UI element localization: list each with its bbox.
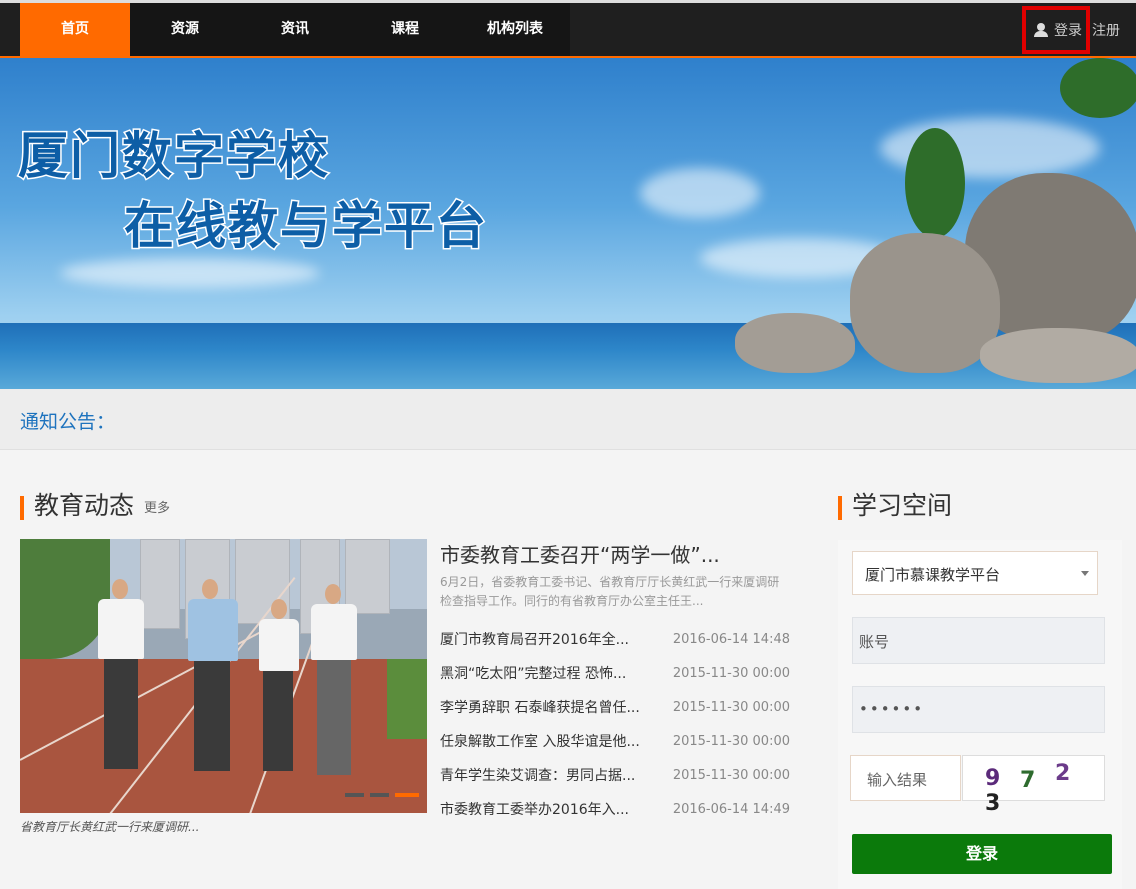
news-item[interactable]: 黑洞“吃太阳”完整过程 恐怖... 2015-11-30 00:00 [440, 656, 790, 690]
section-accent-bar [20, 496, 24, 520]
news-item[interactable]: 任泉解散工作室 入股华谊是他... 2015-11-30 00:00 [440, 724, 790, 758]
top-navbar: 首页 资源 资讯 课程 机构列表 登录 注册 [0, 0, 1136, 58]
news-item-title[interactable]: 市委教育工委举办2016年入... [440, 799, 660, 819]
login-button[interactable]: 登录 [852, 834, 1112, 874]
section-accent-bar [838, 496, 842, 520]
news-item[interactable]: 市委教育工委举办2016年入... 2016-06-14 14:49 [440, 792, 790, 826]
carousel-dot[interactable] [370, 793, 389, 797]
captcha-char: 7 [1019, 768, 1042, 793]
news-item[interactable]: 青年学生染艾调查：男同占据... 2015-11-30 00:00 [440, 758, 790, 792]
account-placeholder: 账号 [859, 633, 890, 651]
news-item-date: 2015-11-30 00:00 [672, 699, 790, 715]
news-item-title[interactable]: 黑洞“吃太阳”完整过程 恐怖... [440, 663, 660, 683]
captcha-input[interactable]: 输入结果 [850, 755, 961, 801]
nav-item-courses[interactable]: 课程 [350, 3, 460, 56]
hero-banner: 厦门数字学校 在线教与学平台 [0, 58, 1136, 389]
register-link[interactable]: 注册 [1092, 20, 1120, 40]
nav-item-institutions[interactable]: 机构列表 [460, 3, 570, 56]
nav-item-resources[interactable]: 资源 [130, 3, 240, 56]
news-item-date: 2015-11-30 00:00 [672, 767, 790, 783]
study-section-title: 学习空间 [852, 491, 953, 520]
login-link-label: 登录 [1054, 22, 1082, 39]
news-item[interactable]: 厦门市教育局召开2016年全... 2016-06-14 14:48 [440, 622, 790, 656]
news-item-title[interactable]: 李学勇辞职 石泰峰获提名曾任... [440, 697, 660, 717]
login-link[interactable]: 登录 [1022, 5, 1090, 54]
news-item[interactable]: 李学勇辞职 石泰峰获提名曾任... 2015-11-30 00:00 [440, 690, 790, 724]
news-section-title: 教育动态 [34, 491, 135, 520]
news-more-link[interactable]: 更多 [144, 497, 170, 516]
chevron-down-icon [1081, 571, 1089, 576]
user-area: 登录 注册 [1022, 3, 1120, 56]
news-item-date: 2015-11-30 00:00 [672, 665, 790, 681]
captcha-char: 9 [985, 766, 1007, 791]
news-carousel-photo[interactable] [20, 539, 427, 813]
notice-bar: 通知公告： [0, 389, 1136, 450]
carousel-indicators [345, 793, 419, 797]
news-list: 厦门市教育局召开2016年全... 2016-06-14 14:48 黑洞“吃太… [440, 622, 790, 826]
carousel-dot[interactable] [345, 793, 364, 797]
account-field[interactable]: 账号 [852, 617, 1105, 664]
banner-title-line1: 厦门数字学校 [17, 126, 330, 187]
main-nav: 首页 资源 资讯 课程 机构列表 [20, 3, 570, 56]
nav-item-news[interactable]: 资讯 [240, 3, 350, 56]
password-field[interactable]: •••••• [852, 686, 1105, 733]
study-section-header: 学习空间 [838, 492, 952, 520]
platform-select-value: 厦门市慕课教学平台 [865, 566, 1001, 584]
platform-select[interactable]: 厦门市慕课教学平台 [852, 551, 1098, 595]
user-icon [1034, 22, 1048, 37]
news-item-title[interactable]: 厦门市教育局召开2016年全... [440, 629, 660, 649]
captcha-char: 2 [1054, 761, 1077, 786]
notice-label: 通知公告： [20, 411, 116, 433]
news-summary: 6月2日，省委教育工委书记、省教育厅厅长黄红武一行来厦调研检查指导工作。同行的有… [440, 575, 780, 608]
news-section-header: 教育动态 更多 [20, 492, 170, 520]
password-value: •••••• [859, 700, 925, 718]
captcha-placeholder: 输入结果 [867, 771, 928, 789]
photo-caption[interactable]: 省教育厅长黄红武一行来厦调研... [20, 818, 199, 835]
news-item-title[interactable]: 任泉解散工作室 入股华谊是他... [440, 731, 660, 751]
carousel-dot-active[interactable] [395, 793, 419, 797]
news-item-date: 2016-06-14 14:48 [672, 631, 790, 647]
banner-title-line2: 在线教与学平台 [123, 196, 488, 257]
captcha-char: 3 [985, 791, 1007, 816]
news-item-title[interactable]: 青年学生染艾调查：男同占据... [440, 765, 660, 785]
captcha-image[interactable]: 9 7 2 3 [962, 755, 1105, 816]
news-item-date: 2015-11-30 00:00 [672, 733, 790, 749]
news-headline[interactable]: 市委教育工委召开“两学一做”... [440, 539, 788, 568]
news-item-date: 2016-06-14 14:49 [672, 801, 790, 817]
nav-item-home[interactable]: 首页 [20, 3, 130, 56]
